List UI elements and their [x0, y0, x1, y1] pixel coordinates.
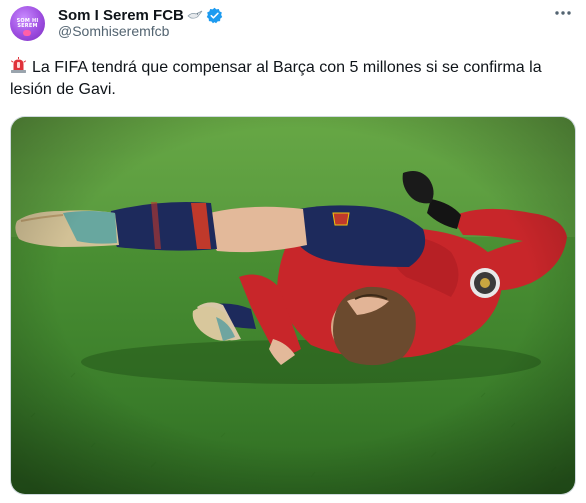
avatar-logo-icon [23, 30, 31, 36]
more-options-button[interactable] [552, 4, 574, 22]
tweet-image[interactable] [10, 116, 576, 495]
police-light-emoji [11, 57, 26, 73]
verified-badge-icon [206, 7, 223, 23]
tweet-text: La FIFA tendrá que compensar al Barça co… [10, 59, 542, 98]
author-avatar[interactable]: SOM HI SEREM [10, 6, 45, 41]
avatar-logo-text: SOM HI SEREM [16, 18, 39, 29]
more-options-icon [555, 11, 571, 15]
tweet-body: La FIFA tendrá que compensar al Barça co… [10, 57, 576, 101]
bird-emoji-icon [187, 10, 203, 19]
author-handle[interactable]: @Somhiseremfcb [58, 23, 169, 39]
author-display-name[interactable]: Som I Serem FCB [58, 7, 184, 24]
football-player-photo [11, 117, 575, 494]
tweet-card: SOM HI SEREM Som I Serem FCB @Somhiserem… [0, 0, 586, 503]
author-name-row: Som I Serem FCB [58, 5, 223, 25]
